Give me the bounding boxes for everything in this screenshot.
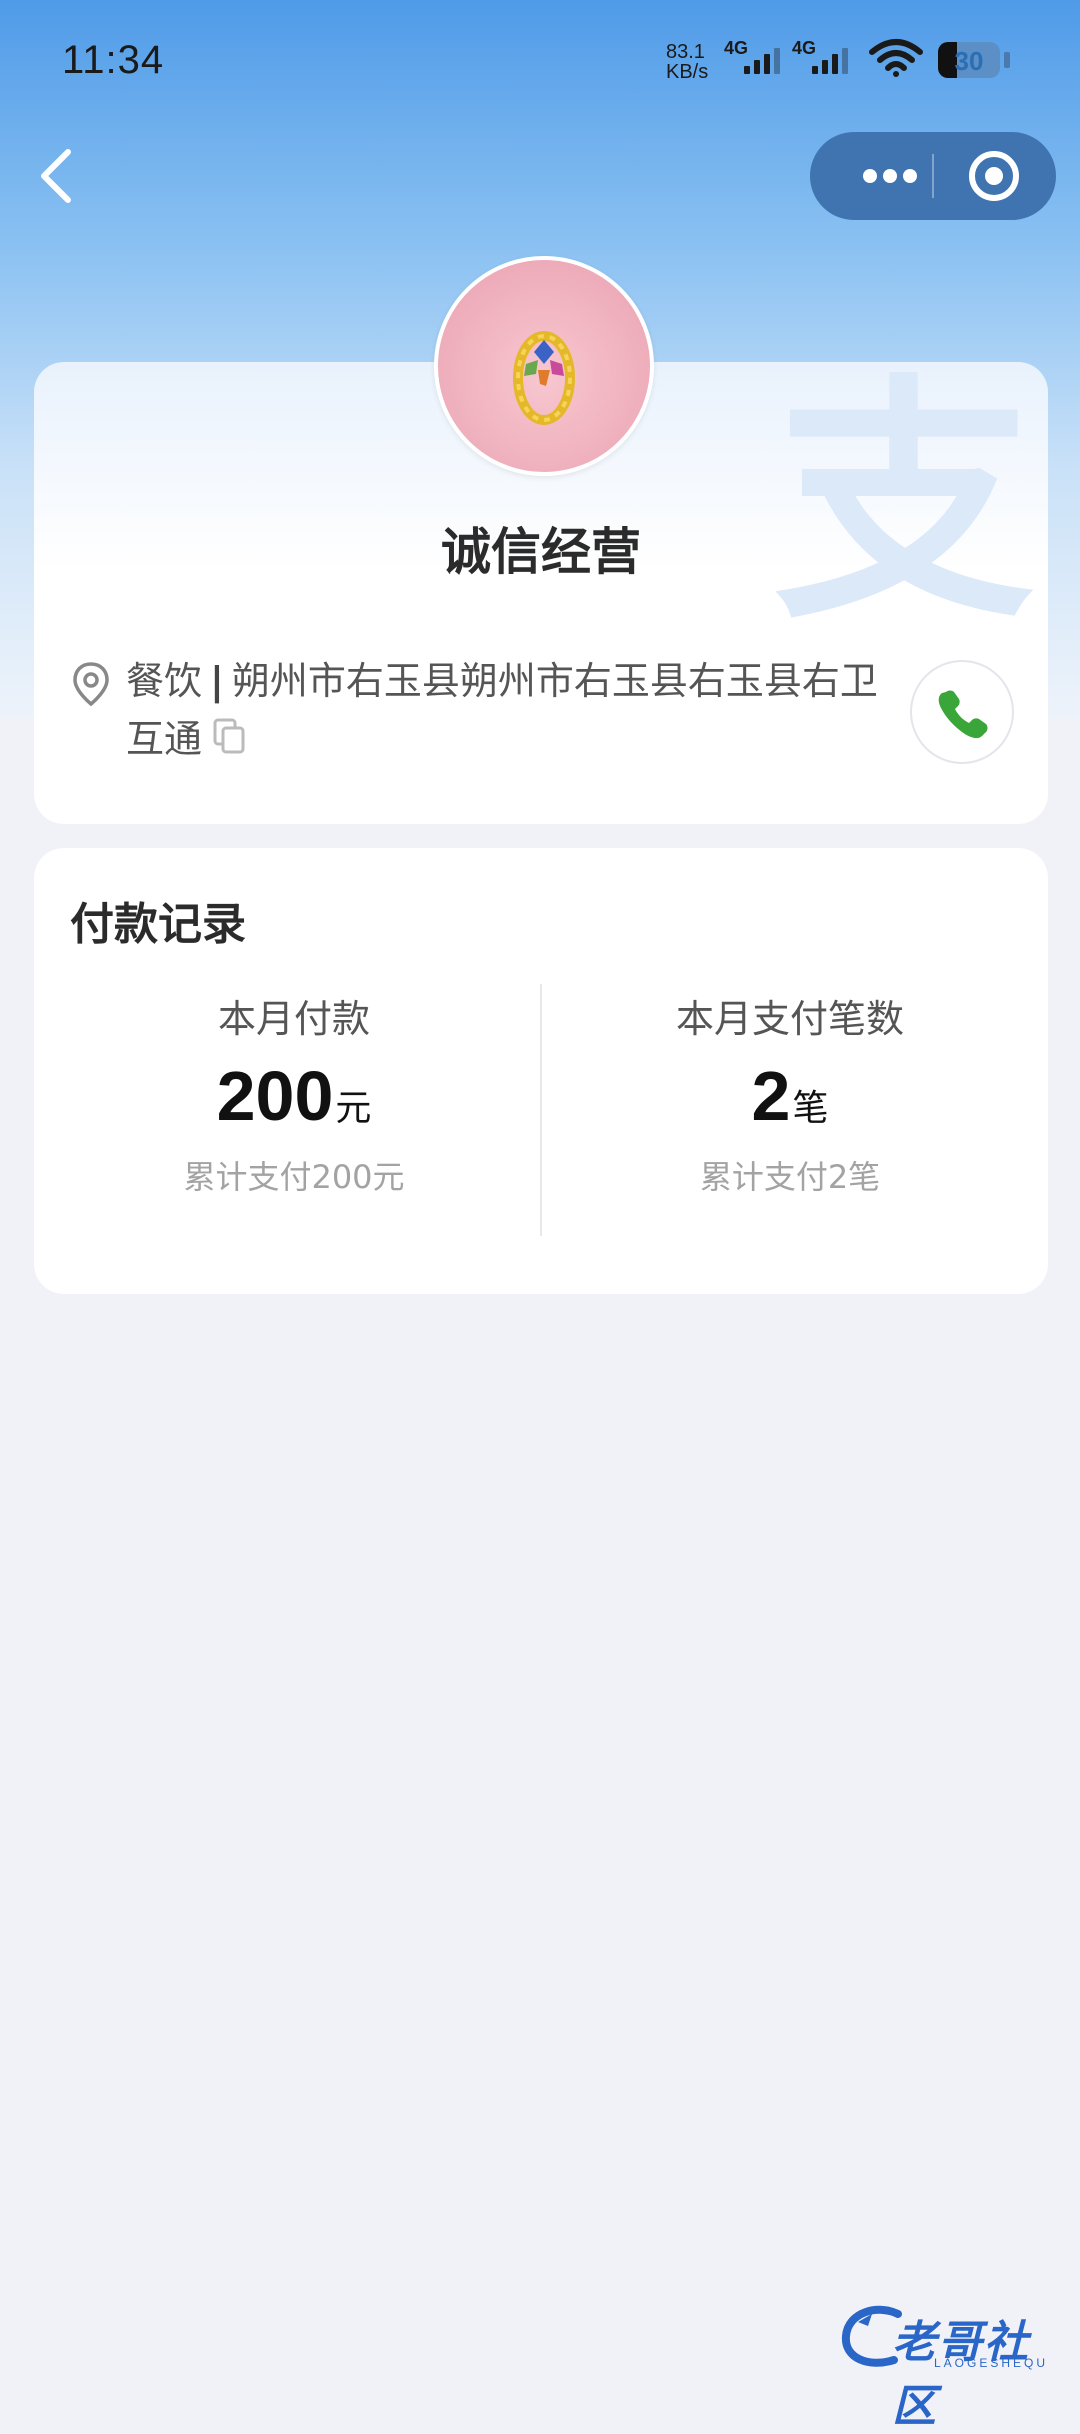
address-separator: | xyxy=(210,659,224,703)
alipay-watermark-icon: 支 xyxy=(774,372,1034,632)
capsule-divider xyxy=(932,154,934,198)
month-amount-total: 累计支付200元 xyxy=(183,1158,405,1196)
month-count-label: 本月支付笔数 xyxy=(675,997,904,1041)
battery-tip xyxy=(1004,52,1010,68)
store-name: 诚信经营 xyxy=(441,523,641,581)
more-button[interactable] xyxy=(840,132,938,220)
network-speed-value: 83.1 xyxy=(666,41,705,63)
network-speed: 83.1 KB/s xyxy=(666,42,708,82)
back-button[interactable] xyxy=(30,140,90,210)
more-dots-icon xyxy=(863,169,917,183)
month-count-unit: 笔 xyxy=(792,1088,829,1129)
month-count-value: 2 xyxy=(751,1057,791,1135)
store-address: 餐饮 | 朔州市右玉县朔州市右玉县右玉县右卫互通 xyxy=(126,652,906,771)
month-count-total: 累计支付2笔 xyxy=(699,1158,881,1196)
battery-icon: 30 xyxy=(938,42,1000,78)
ring-image-icon xyxy=(513,331,575,425)
status-time: 11:34 xyxy=(62,38,165,82)
call-button[interactable] xyxy=(910,660,1014,764)
payment-record-title: 付款记录 xyxy=(70,899,246,950)
location-pin-icon xyxy=(73,662,109,707)
back-arrow-icon xyxy=(41,149,71,203)
month-count-stat: 本月支付笔数 2笔 累计支付2笔 xyxy=(540,988,1040,1198)
svg-text:支: 支 xyxy=(774,372,1034,632)
store-category: 餐饮 xyxy=(126,659,203,703)
copy-address-button[interactable] xyxy=(212,713,246,771)
watermark-text: 老哥社区 xyxy=(892,2317,1030,2432)
network-speed-unit: KB/s xyxy=(666,61,709,83)
wifi-icon xyxy=(869,39,923,77)
phone-icon xyxy=(938,690,988,739)
target-close-icon xyxy=(969,151,1019,201)
signal-1-icon: 4G xyxy=(724,38,796,78)
status-bar: 11:34 83.1 KB/s 4G 4G 30 xyxy=(0,0,1080,130)
battery-level: 30 xyxy=(954,46,984,76)
month-amount-value: 200 xyxy=(216,1057,334,1135)
mini-program-capsule xyxy=(810,132,1056,220)
watermark-logo: 老哥社区 LAOGESHEQU xyxy=(838,2300,1068,2432)
payment-record-card: 付款记录 本月付款 200元 累计支付200元 本月支付笔数 2笔 累计支付2笔 xyxy=(34,848,1048,1294)
copy-icon xyxy=(213,718,245,753)
month-amount-unit: 元 xyxy=(335,1088,372,1129)
watermark-subtext: LAOGESHEQU xyxy=(934,2356,1049,2370)
close-button[interactable] xyxy=(956,132,1054,220)
signal-2-icon: 4G xyxy=(792,38,864,78)
month-amount-label: 本月付款 xyxy=(217,997,370,1041)
month-amount-stat: 本月付款 200元 累计支付200元 xyxy=(44,988,544,1198)
store-avatar xyxy=(434,256,654,476)
